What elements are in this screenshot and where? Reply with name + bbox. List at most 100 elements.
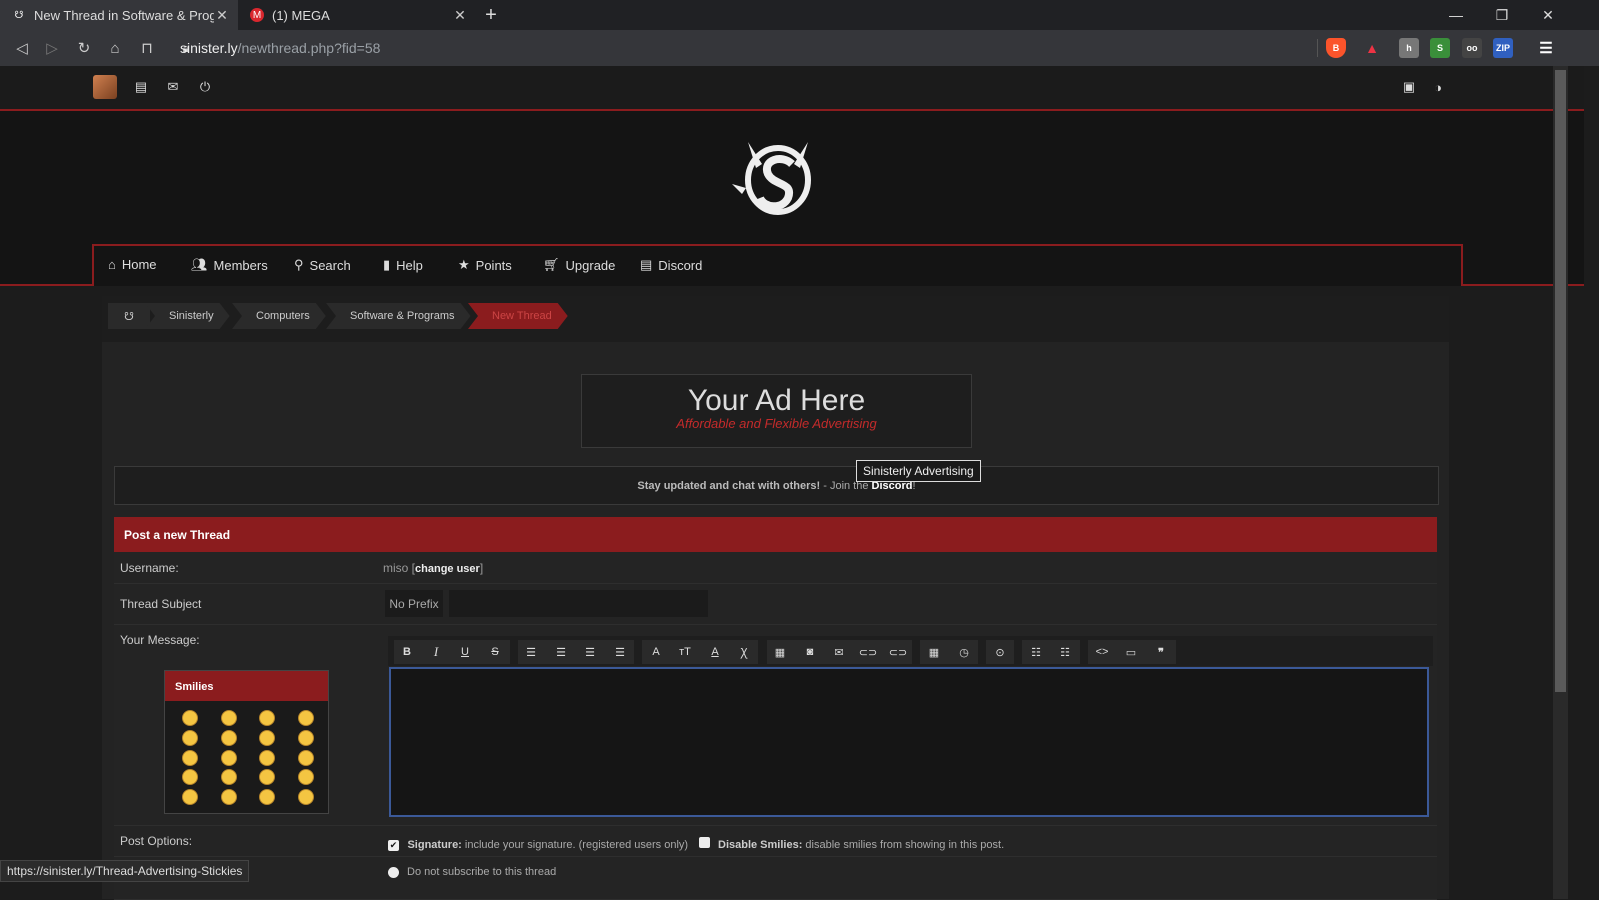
avatar[interactable] xyxy=(93,75,117,99)
date-icon[interactable]: ▦ xyxy=(923,642,945,662)
numbered-list-icon[interactable]: ☷ xyxy=(1054,642,1076,662)
subject-input[interactable] xyxy=(449,590,708,617)
ad-banner[interactable]: Your Ad Here Affordable and Flexible Adv… xyxy=(581,374,972,448)
gallery-icon[interactable]: ▣ xyxy=(1400,78,1418,96)
breadcrumb-computers[interactable]: Computers xyxy=(232,303,326,329)
font-icon[interactable]: A xyxy=(645,642,667,662)
video-icon[interactable]: ⊙ xyxy=(989,642,1011,662)
source-mode-icon[interactable]: ▭ xyxy=(1120,642,1142,662)
laugh-icon[interactable] xyxy=(182,750,198,766)
bullet-list-icon[interactable]: ☷ xyxy=(1025,642,1047,662)
email-icon[interactable]: ✉ xyxy=(828,642,850,662)
underline-icon[interactable]: U xyxy=(454,642,476,662)
confused-icon[interactable] xyxy=(298,769,314,785)
nav-label: Search xyxy=(309,257,351,273)
nav-upgrade[interactable]: 🛒︎ Upgrade xyxy=(543,257,615,273)
quote-icon[interactable]: ❞ xyxy=(1150,642,1172,662)
breadcrumb-home-icon[interactable]: ☋ xyxy=(108,303,150,329)
happy-icon[interactable] xyxy=(259,730,275,746)
bookmark-icon[interactable]: ⊓ xyxy=(137,38,157,58)
justify-icon[interactable]: ☰ xyxy=(609,642,631,662)
horizontal-rule-icon[interactable]: ▦ xyxy=(769,642,791,662)
align-right-icon[interactable]: ☰ xyxy=(579,642,601,662)
disable-smilies-desc: disable smilies from showing in this pos… xyxy=(802,839,1005,851)
brave-rewards-icon[interactable]: ▲ xyxy=(1362,38,1382,58)
mega-favicon-icon: M xyxy=(250,8,264,22)
extension-glasses-icon[interactable]: oo xyxy=(1462,38,1482,58)
italic-icon[interactable]: I xyxy=(425,642,447,662)
image-icon[interactable]: ◙ xyxy=(799,642,821,662)
sad-icon[interactable] xyxy=(259,710,275,726)
thinking-icon[interactable] xyxy=(221,789,237,805)
strikethrough-icon[interactable]: S xyxy=(484,642,506,662)
unamused-icon[interactable] xyxy=(259,769,275,785)
zip-extension-icon[interactable]: ZIP xyxy=(1493,38,1513,58)
new-tab-button[interactable]: + xyxy=(478,0,504,30)
tongue-icon[interactable] xyxy=(298,730,314,746)
messages-icon[interactable]: ▤ xyxy=(132,78,150,96)
relieved-icon[interactable] xyxy=(298,750,314,766)
align-left-icon[interactable]: ☰ xyxy=(520,642,542,662)
align-center-icon[interactable]: ☰ xyxy=(550,642,572,662)
sinisterly-logo-icon[interactable] xyxy=(728,138,828,218)
close-tab-icon[interactable]: ✕ xyxy=(452,7,468,24)
restore-icon[interactable]: ❐ xyxy=(1479,0,1525,30)
logout-icon[interactable]: ⏻ xyxy=(196,78,214,96)
subscribe-radio[interactable] xyxy=(388,866,399,878)
tab-mega[interactable]: M (1) MEGA ✕ xyxy=(238,0,476,30)
forward-icon[interactable]: ▷ xyxy=(42,38,62,58)
extension-icon[interactable]: h xyxy=(1399,38,1419,58)
disable-smilies-checkbox[interactable] xyxy=(698,837,710,848)
frown-icon[interactable] xyxy=(182,789,198,805)
subscribe-label: Do not subscribe to this thread xyxy=(407,866,557,878)
breadcrumb-software[interactable]: Software & Programs xyxy=(326,303,471,329)
sweat-icon[interactable] xyxy=(259,789,275,805)
heart-eyes-icon[interactable] xyxy=(182,769,198,785)
back-icon[interactable]: ◁ xyxy=(12,38,32,58)
font-color-icon[interactable]: A xyxy=(704,642,726,662)
address-bar[interactable]: sinister.ly/newthread.php?fid=58 xyxy=(180,38,380,58)
signature-checkbox[interactable]: ✔ xyxy=(388,840,399,851)
tab-new-thread[interactable]: ☋ New Thread in Software & Program ✕ xyxy=(0,0,238,30)
close-window-icon[interactable]: ✕ xyxy=(1525,0,1571,30)
link-icon[interactable]: ⊂⊃ xyxy=(857,642,879,662)
menu-icon[interactable]: ☰ xyxy=(1536,38,1556,58)
neutral-icon[interactable] xyxy=(298,789,314,805)
nav-discord[interactable]: ▤ Discord xyxy=(640,257,702,273)
blush-icon[interactable] xyxy=(221,730,237,746)
star-eyes-icon[interactable] xyxy=(221,750,237,766)
font-size-icon[interactable]: ᴛT xyxy=(674,642,696,662)
nav-members[interactable]: 👥︎ Members xyxy=(191,257,268,273)
surprised-icon[interactable] xyxy=(221,769,237,785)
nav-points[interactable]: ★ Points xyxy=(458,257,512,273)
remove-format-icon[interactable]: Ꭓ xyxy=(733,642,755,662)
close-tab-icon[interactable]: ✕ xyxy=(214,7,230,24)
mail-icon[interactable]: ✉ xyxy=(164,78,182,96)
smiley-icon[interactable] xyxy=(182,710,198,726)
ad-tooltip: Sinisterly Advertising xyxy=(856,460,981,482)
wink-icon[interactable] xyxy=(298,710,314,726)
time-icon[interactable]: ◷ xyxy=(953,642,975,662)
nav-search[interactable]: ⚲ Search xyxy=(294,257,351,273)
cool-icon[interactable] xyxy=(259,750,275,766)
nav-home[interactable]: ⌂ Home xyxy=(108,257,157,272)
message-editor[interactable] xyxy=(389,667,1429,817)
bold-icon[interactable]: B xyxy=(396,642,418,662)
contrast-icon[interactable]: ◑ xyxy=(1429,78,1447,96)
reload-icon[interactable]: ↻ xyxy=(74,38,94,58)
smirk-icon[interactable] xyxy=(182,730,198,746)
scrollbar-thumb[interactable] xyxy=(1555,70,1566,692)
breadcrumb-sinisterly[interactable]: Sinisterly xyxy=(145,303,230,329)
minimize-icon[interactable]: — xyxy=(1433,0,1479,30)
breadcrumb-current: New Thread xyxy=(468,303,568,329)
unlink-icon[interactable]: ⊂⊃ xyxy=(887,642,909,662)
change-user-link[interactable]: change user xyxy=(415,563,480,575)
prefix-select[interactable]: No Prefix xyxy=(385,590,443,617)
home-icon[interactable]: ⌂ xyxy=(105,38,125,58)
grin-icon[interactable] xyxy=(221,710,237,726)
code-icon[interactable]: <> xyxy=(1091,642,1113,662)
nav-help[interactable]: ▮ Help xyxy=(383,257,423,273)
extension-badge-icon[interactable]: S xyxy=(1430,38,1450,58)
brave-shield-icon[interactable]: B xyxy=(1326,38,1346,58)
signature-desc: include your signature. (registered user… xyxy=(461,839,689,851)
